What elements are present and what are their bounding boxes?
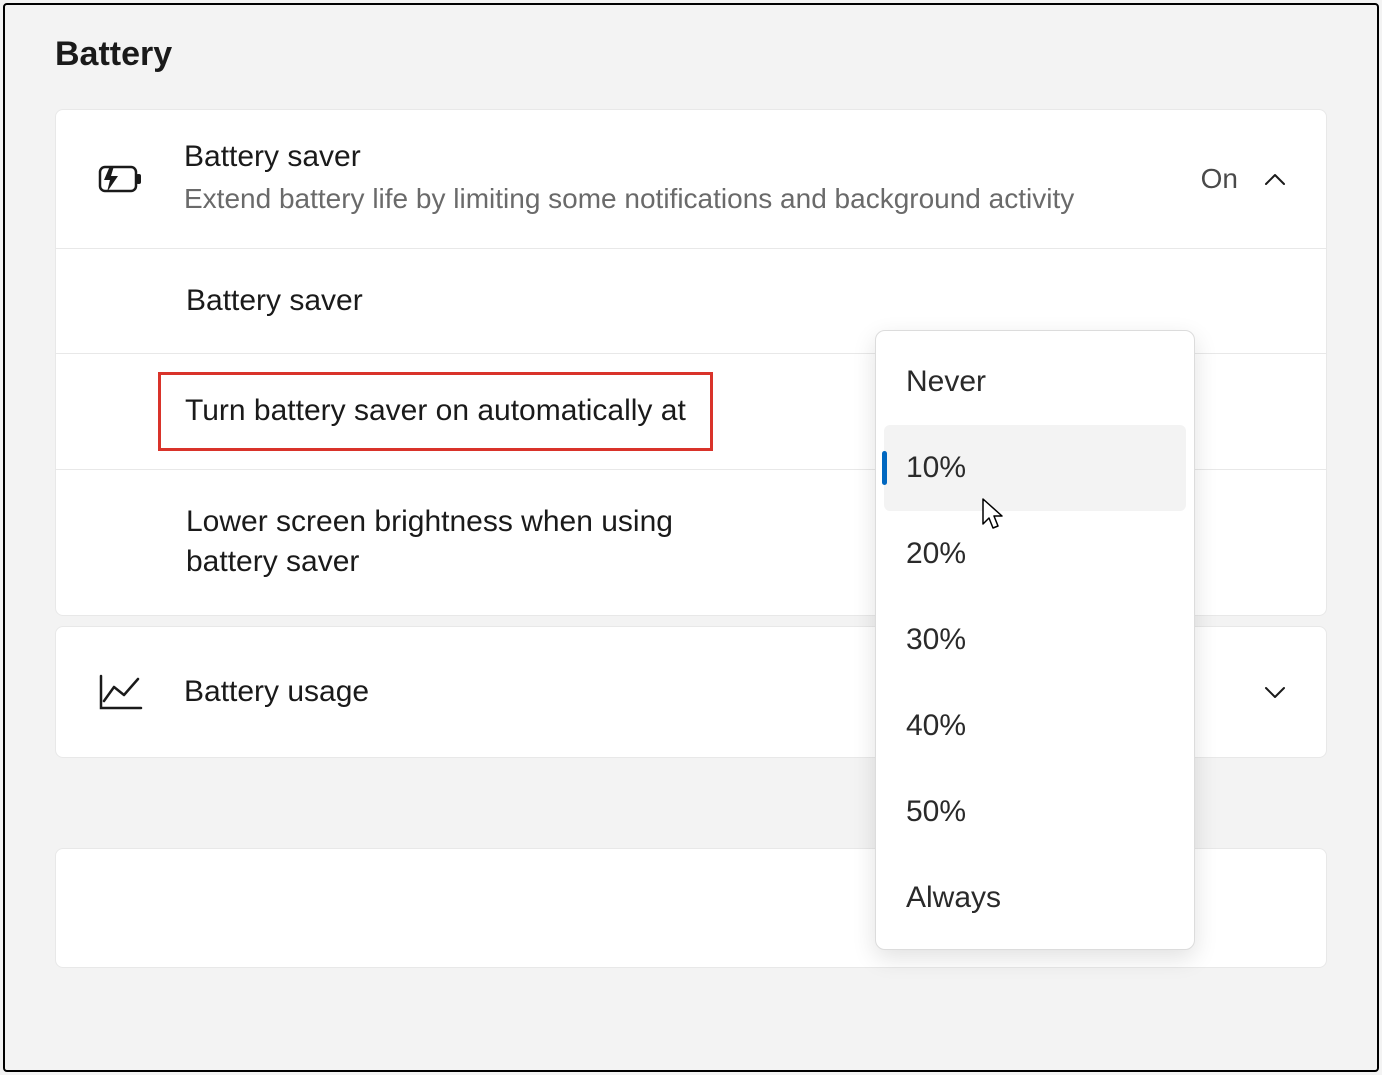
battery-saver-header[interactable]: Battery saver Extend battery life by lim… [56, 110, 1326, 249]
battery-settings-panel: Battery Battery saver Extend battery lif… [3, 3, 1379, 1072]
dropdown-option-always[interactable]: Always [884, 855, 1186, 941]
lower-brightness-label: Lower screen brightness when using batte… [186, 502, 706, 583]
chevron-up-icon [1264, 168, 1286, 190]
dropdown-option-30[interactable]: 30% [884, 597, 1186, 683]
battery-saver-toggle-label: Battery saver [186, 281, 1226, 322]
battery-saver-state: On [1201, 163, 1238, 195]
battery-saver-title: Battery saver [184, 140, 1201, 174]
dropdown-option-never[interactable]: Never [884, 339, 1186, 425]
dropdown-option-40[interactable]: 40% [884, 683, 1186, 769]
battery-saver-icon [96, 162, 146, 196]
chart-line-icon [96, 673, 146, 711]
dropdown-option-50[interactable]: 50% [884, 769, 1186, 855]
auto-on-label: Turn battery saver on automatically at [185, 391, 686, 432]
chevron-down-icon [1264, 681, 1286, 703]
dropdown-option-10[interactable]: 10% [884, 425, 1186, 511]
battery-saver-subtitle: Extend battery life by limiting some not… [184, 180, 1201, 218]
threshold-dropdown: Never 10% 20% 30% 40% 50% Always [875, 330, 1195, 950]
section-title: Battery [55, 35, 1327, 74]
dropdown-option-20[interactable]: 20% [884, 511, 1186, 597]
